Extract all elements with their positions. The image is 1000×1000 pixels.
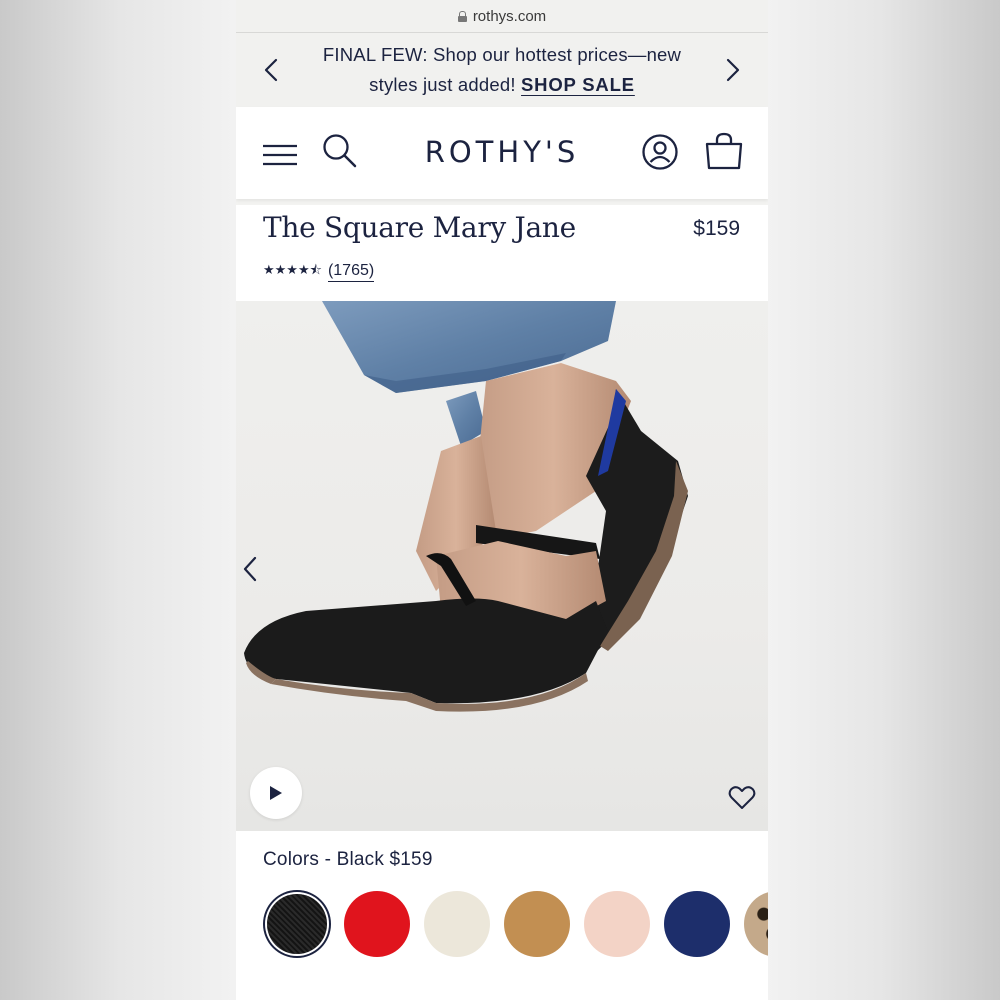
mobile-browser: rothys.com FINAL FEW: Shop our hottest p…: [236, 0, 768, 1000]
review-count-link[interactable]: (1765): [327, 262, 375, 282]
product-rating: ★★★★⯪ (1765): [263, 261, 375, 283]
color-swatch-navy[interactable]: [664, 891, 730, 957]
promo-text: FINAL FEW: Shop our hottest prices—new s…: [302, 40, 702, 100]
lock-icon: [457, 10, 467, 22]
shop-sale-link[interactable]: SHOP SALE: [521, 74, 635, 95]
promo-next-button[interactable]: [718, 55, 748, 85]
shopping-bag-icon: [705, 132, 743, 170]
selected-color-label: Colors - Black $159: [263, 849, 433, 870]
color-swatch-camel[interactable]: [504, 891, 570, 957]
product-photo: [244, 301, 688, 712]
wishlist-button[interactable]: [728, 785, 756, 813]
color-swatch-red[interactable]: [344, 891, 410, 957]
color-swatch-cream[interactable]: [424, 891, 490, 957]
promo-banner: FINAL FEW: Shop our hottest prices—new s…: [236, 33, 768, 107]
product-header: The Square Mary Jane $159 ★★★★⯪ (1765): [236, 205, 768, 301]
chevron-right-icon: [726, 58, 740, 82]
play-video-button[interactable]: [250, 767, 302, 819]
cart-button[interactable]: [704, 131, 744, 176]
star-rating-icon: ★★★★⯪: [263, 262, 322, 277]
user-account-icon: [642, 134, 678, 170]
play-icon: [270, 786, 282, 800]
product-price: $159: [693, 217, 740, 240]
chevron-left-icon: [264, 58, 278, 82]
site-header: ROTHY'S: [236, 107, 768, 199]
color-swatch-blush[interactable]: [584, 891, 650, 957]
product-image-gallery[interactable]: [236, 301, 768, 831]
color-selector: Colors - Black $159: [236, 831, 768, 1000]
url-bar[interactable]: rothys.com: [236, 0, 768, 33]
gallery-prev-button[interactable]: [236, 549, 264, 589]
rothys-logo[interactable]: ROTHY'S: [236, 135, 768, 169]
heart-icon: [728, 786, 756, 809]
color-swatch-black[interactable]: [267, 894, 327, 954]
chevron-left-icon: [243, 556, 257, 582]
url-text: rothys.com: [472, 7, 547, 25]
product-title: The Square Mary Jane: [263, 211, 576, 244]
color-swatch-list: [264, 891, 768, 957]
color-swatch-leopard[interactable]: [744, 891, 768, 957]
account-button[interactable]: [641, 133, 679, 176]
promo-prev-button[interactable]: [256, 55, 286, 85]
